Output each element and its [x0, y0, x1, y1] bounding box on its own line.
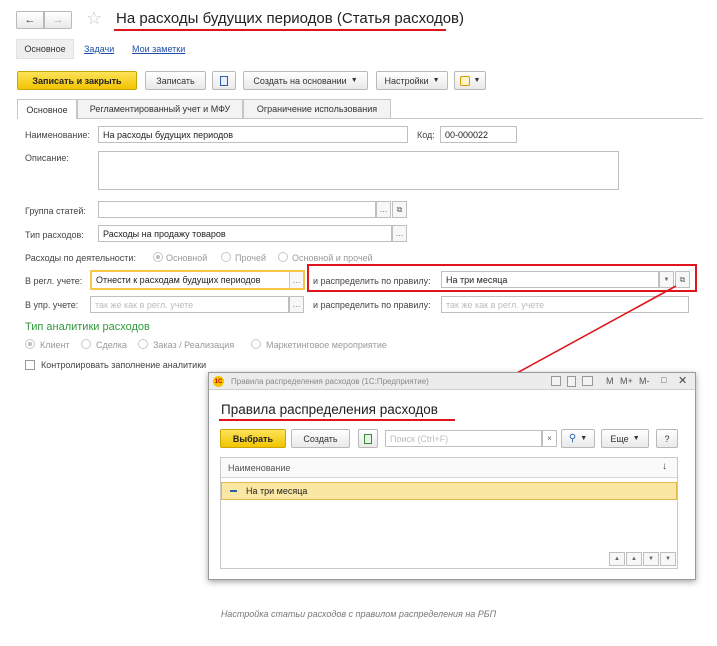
scroll-up-button[interactable]: ▲: [626, 552, 642, 566]
dialog-window-title: Правила распределения расходов (1С:Предп…: [231, 377, 429, 386]
link-icon[interactable]: [551, 376, 561, 386]
close-icon[interactable]: ✕: [678, 374, 687, 387]
memory-plus-button[interactable]: M+: [620, 376, 633, 386]
search-input[interactable]: Поиск (Ctrl+F): [385, 430, 542, 447]
chevron-up-icon: ▲: [631, 556, 637, 562]
chevron-down-icon: ▼: [665, 556, 671, 562]
caption: Настройка статьи расходов с правилом рас…: [220, 609, 497, 619]
minimize-icon[interactable]: □: [661, 375, 666, 385]
select-button[interactable]: Выбрать: [220, 429, 286, 448]
clear-icon: ×: [547, 434, 552, 443]
app-logo-icon: 1C: [213, 376, 224, 387]
scroll-bottom-button[interactable]: ▼: [660, 552, 676, 566]
search-button[interactable]: ⚲ ▼: [561, 429, 595, 448]
calendar-icon[interactable]: [582, 376, 593, 386]
copy-icon: [364, 433, 372, 444]
column-name-header: Наименование: [228, 463, 291, 473]
chevron-down-icon: ▼: [632, 435, 640, 442]
rules-table: Наименование ↓ На три месяца ▲ ▲ ▼ ▼: [220, 457, 678, 569]
calculator-icon[interactable]: [567, 376, 576, 387]
table-row[interactable]: На три месяца: [221, 482, 677, 500]
dialog-titlebar: 1C Правила распределения расходов (1С:Пр…: [209, 373, 695, 390]
chevron-up-icon: ▲: [614, 556, 620, 562]
chevron-down-icon: ▼: [648, 556, 654, 562]
sort-icon[interactable]: ↓: [662, 461, 667, 472]
chevron-down-icon: ▼: [580, 435, 588, 442]
help-button[interactable]: ?: [656, 429, 678, 448]
scroll-down-button[interactable]: ▼: [643, 552, 659, 566]
more-button[interactable]: Еще ▼: [601, 429, 649, 448]
row-name: На три месяца: [246, 486, 308, 496]
scroll-top-button[interactable]: ▲: [609, 552, 625, 566]
search-icon: ⚲: [568, 433, 577, 444]
more-label: Еще: [610, 433, 629, 444]
search-clear-button[interactable]: ×: [542, 430, 557, 447]
memory-button[interactable]: M: [606, 376, 614, 386]
memory-minus-button[interactable]: M-: [639, 376, 650, 386]
create-button[interactable]: Создать: [291, 429, 350, 448]
row-marker-icon: [230, 490, 237, 492]
dialog-heading: Правила распределения расходов: [221, 402, 438, 417]
table-header[interactable]: Наименование ↓: [221, 458, 677, 478]
heading-underline: [219, 419, 455, 421]
rules-dialog: 1C Правила распределения расходов (1С:Пр…: [208, 372, 696, 580]
copy-button[interactable]: [358, 429, 378, 448]
